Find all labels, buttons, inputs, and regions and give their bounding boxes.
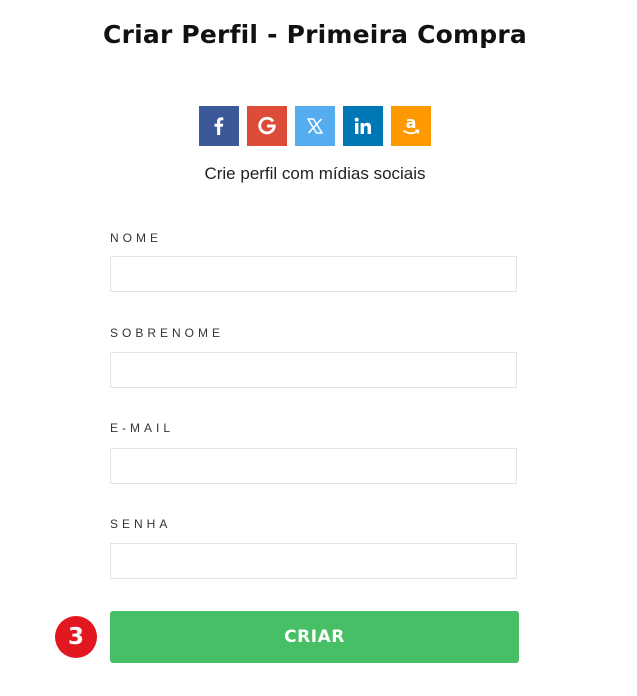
email-label: E-MAIL bbox=[110, 421, 175, 435]
amazon-icon: a bbox=[400, 114, 422, 138]
google-icon bbox=[257, 116, 277, 136]
password-label: SENHA bbox=[110, 517, 172, 531]
last-name-input[interactable] bbox=[110, 352, 517, 388]
amazon-button[interactable]: a bbox=[391, 106, 431, 146]
facebook-button[interactable] bbox=[199, 106, 239, 146]
first-name-label: NOME bbox=[110, 231, 162, 245]
linkedin-icon bbox=[353, 116, 373, 136]
social-login-buttons: a bbox=[199, 106, 431, 146]
x-button[interactable] bbox=[295, 106, 335, 146]
svg-text:a: a bbox=[406, 114, 417, 132]
create-profile-button[interactable]: CRIAR bbox=[110, 611, 519, 663]
password-input[interactable] bbox=[110, 543, 517, 579]
page-title: Criar Perfil - Primeira Compra bbox=[103, 20, 527, 49]
step-number-badge: 3 bbox=[55, 616, 97, 658]
email-input[interactable] bbox=[110, 448, 517, 484]
google-button[interactable] bbox=[247, 106, 287, 146]
x-icon bbox=[305, 116, 325, 136]
create-profile-page: Criar Perfil - Primeira Compra a Crie pe… bbox=[0, 0, 637, 696]
social-login-subtitle: Crie perfil com mídias sociais bbox=[204, 164, 426, 183]
facebook-icon bbox=[209, 116, 229, 136]
linkedin-button[interactable] bbox=[343, 106, 383, 146]
first-name-input[interactable] bbox=[110, 256, 517, 292]
last-name-label: SOBRENOME bbox=[110, 326, 225, 340]
